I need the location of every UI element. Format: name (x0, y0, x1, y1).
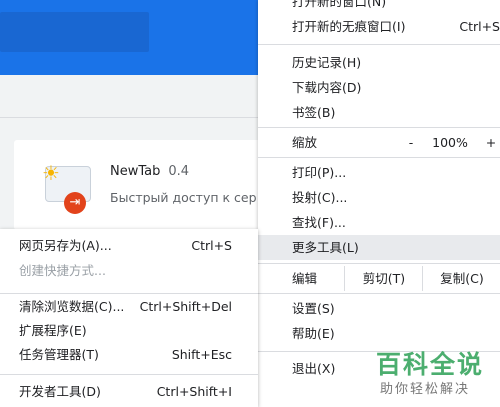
sun-icon: ☀ (42, 161, 60, 185)
submenu-item-label: 扩展程序(E) (19, 323, 87, 338)
zoom-in-button[interactable]: + (484, 130, 498, 155)
menu-separator (258, 293, 500, 294)
submenu-item-label: 网页另存为(A)... (19, 238, 112, 253)
menu-separator (258, 157, 500, 158)
zoom-out-button[interactable]: - (404, 130, 418, 155)
submenu-separator (0, 293, 258, 294)
search-bar[interactable] (0, 12, 149, 52)
menu-item-downloads[interactable]: 下载内容(D) (258, 75, 500, 100)
menu-item-label: 投射(C)... (292, 190, 348, 205)
menu-separator (258, 263, 500, 264)
zoom-value: 100% (432, 135, 468, 150)
menu-item-label: 打开新的无痕窗口(I) (292, 19, 406, 34)
menu-item-label: 打开新的窗口(N) (292, 0, 387, 9)
menu-item-label: 书签(B) (292, 105, 336, 120)
zoom-row: 缩放 - 100% + (258, 130, 500, 155)
menu-item-new-incognito-window[interactable]: 打开新的无痕窗口(I) Ctrl+S (258, 14, 500, 39)
menu-item-print[interactable]: 打印(P)... (258, 160, 500, 185)
submenu-item-developer-tools[interactable]: 开发者工具(D) Ctrl+Shift+I (0, 380, 258, 404)
extension-title: NewTab (110, 164, 161, 179)
menu-item-help[interactable]: 帮助(E) (258, 321, 500, 346)
submenu-item-task-manager[interactable]: 任务管理器(T) Shift+Esc (0, 343, 258, 367)
menu-item-label: 帮助(E) (292, 326, 335, 341)
submenu-item-clear-browsing-data[interactable]: 清除浏览数据(C)... Ctrl+Shift+Del (0, 295, 258, 319)
submenu-item-label: 任务管理器(T) (19, 347, 99, 362)
submenu-item-create-shortcut: 创建快捷方式... (0, 259, 258, 283)
menu-item-bookmarks[interactable]: 书签(B) (258, 100, 500, 125)
submenu-item-extensions[interactable]: 扩展程序(E) (0, 319, 258, 343)
menu-item-settings[interactable]: 设置(S) (258, 296, 500, 321)
menu-item-cast[interactable]: 投射(C)... (258, 185, 500, 210)
copy-button[interactable]: 复制(C) (422, 266, 500, 291)
menu-item-label: 查找(F)... (292, 215, 346, 230)
extension-name: NewTab 0.4 (110, 164, 189, 179)
menu-item-history[interactable]: 历史记录(H) (258, 50, 500, 75)
submenu-separator (0, 374, 258, 375)
submenu-item-shortcut: Shift+Esc (171, 347, 232, 362)
menu-item-label: 更多工具(L) (292, 240, 359, 255)
submenu-item-label: 开发者工具(D) (19, 384, 101, 399)
submenu-item-label: 创建快捷方式... (19, 263, 106, 278)
menu-item-label: 打印(P)... (292, 165, 347, 180)
menu-item-new-window[interactable]: 打开新的窗口(N) (258, 0, 500, 14)
cut-button[interactable]: 剪切(T) (344, 266, 423, 291)
submenu-item-save-page-as[interactable]: 网页另存为(A)... Ctrl+S (0, 234, 258, 258)
submenu-item-shortcut: Ctrl+Shift+I (156, 384, 232, 399)
menu-item-more-tools[interactable]: 更多工具(L) (258, 235, 500, 260)
menu-separator (258, 127, 500, 128)
menu-item-find[interactable]: 查找(F)... (258, 210, 500, 235)
watermark: 百科全说 助你轻松解决 (372, 345, 494, 401)
menu-item-label: 下载内容(D) (292, 80, 362, 95)
extension-description: Быстрый доступ к сер (110, 190, 257, 205)
submenu-item-label: 清除浏览数据(C)... (19, 299, 125, 314)
menu-item-label: 设置(S) (292, 301, 335, 316)
extension-card[interactable]: ☀ ⇥ NewTab 0.4 Быстрый доступ к сер (14, 140, 258, 230)
menu-item-label: 历史记录(H) (292, 55, 362, 70)
more-tools-submenu: 网页另存为(A)... Ctrl+S 创建快捷方式... 清除浏览数据(C)..… (0, 229, 258, 407)
submenu-item-shortcut: Ctrl+Shift+Del (139, 299, 232, 314)
menu-item-label: 退出(X) (292, 361, 336, 376)
edit-row: 编辑 剪切(T) 复制(C) (258, 266, 500, 291)
zoom-label: 缩放 (292, 135, 318, 150)
edit-label: 编辑 (292, 271, 318, 286)
page-header (0, 0, 258, 75)
submenu-item-shortcut: Ctrl+S (191, 238, 232, 253)
extension-icon: ☀ ⇥ (40, 161, 91, 214)
exit-badge-icon: ⇥ (64, 192, 86, 214)
menu-item-shortcut: Ctrl+S (459, 19, 500, 34)
divider (0, 117, 258, 118)
extension-version: 0.4 (168, 164, 190, 179)
watermark-subtitle: 助你轻松解决 (380, 382, 471, 397)
menu-separator (258, 44, 500, 45)
watermark-title: 百科全说 (376, 350, 485, 379)
